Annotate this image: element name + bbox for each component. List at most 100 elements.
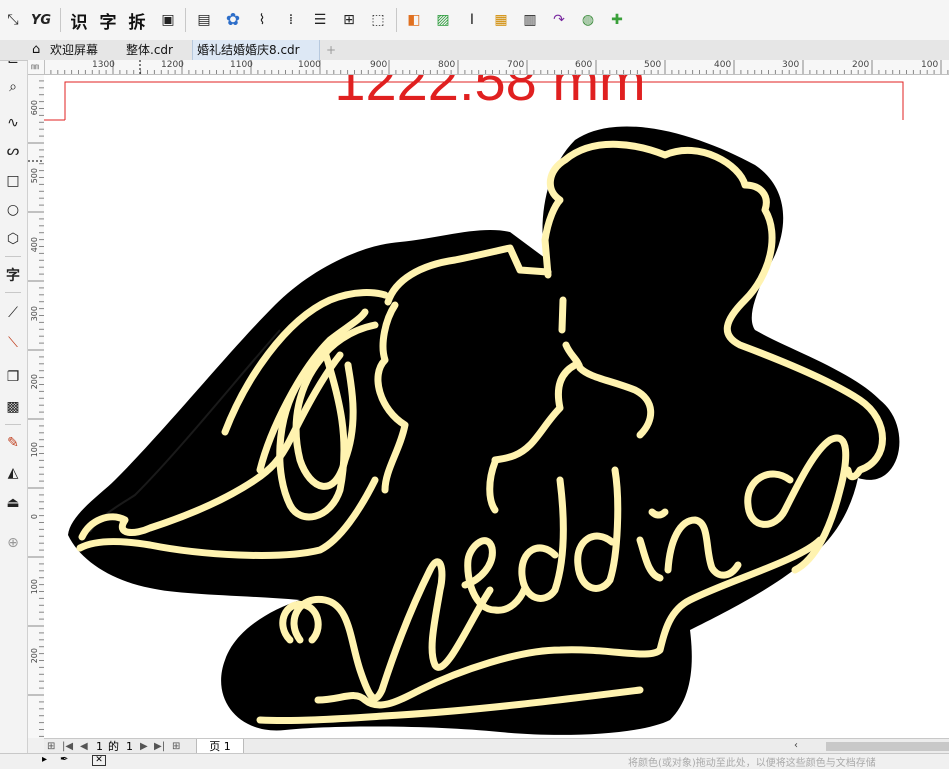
yg-plugin-button[interactable]: YG xyxy=(30,9,52,31)
current-page-number[interactable]: 1 xyxy=(96,739,103,754)
v-ruler-label: 0 xyxy=(30,514,39,520)
eyedropper-icon[interactable]: ✒ xyxy=(60,754,68,765)
copy-icon[interactable]: ▣ xyxy=(157,9,179,31)
add-tab-label: + xyxy=(325,43,337,57)
tab-welcome-label: 欢迎屏幕 xyxy=(50,43,99,57)
list-icon[interactable]: ▦ xyxy=(490,9,512,31)
v-ruler-label: 600 xyxy=(30,100,39,116)
freehand-tool-icon[interactable]: ∿ xyxy=(2,112,24,134)
toolbar-separator xyxy=(396,8,397,32)
horizontal-scrollbar[interactable]: ‹ xyxy=(792,740,949,753)
v-ruler-label: 200 xyxy=(30,374,39,390)
v-ruler-label: 300 xyxy=(30,306,39,322)
dimension-tool-icon[interactable]: ⟋ xyxy=(2,302,24,324)
h-ruler-label: 600 xyxy=(575,60,593,70)
table-icon[interactable]: ▤ xyxy=(193,9,215,31)
h-ruler-label: 700 xyxy=(507,60,525,70)
pattern-icon[interactable]: ✿ xyxy=(222,9,244,31)
h-ruler-label: 1000 xyxy=(298,60,321,70)
text-tool-icon[interactable]: 字 xyxy=(2,264,24,286)
pick-tool-icon[interactable]: ⤡ xyxy=(2,9,24,31)
h-ruler-label: 100 xyxy=(921,60,939,70)
v-ruler-label: 100 xyxy=(30,442,39,458)
dimension-text[interactable]: 1222.58 mm xyxy=(334,75,645,112)
zoom-tool-icon[interactable]: ⌕ xyxy=(2,76,24,98)
split-label: 拆 xyxy=(128,12,146,33)
align-lines-icon[interactable]: ☰ xyxy=(309,9,331,31)
vertical-ruler[interactable]: 600 500 400 300 200 100 0 100 200 xyxy=(28,74,45,738)
home-icon: ⌂ xyxy=(32,42,41,57)
standard-toolbar: ⤡ YG 识 字 拆 ▣ ▤ ✿ ⌇ ⁞ ☰ ⊞ ⬚ ◧ ▨ I ▦ ▥ ↷ ◍… xyxy=(0,0,949,41)
image-icon[interactable]: ◧ xyxy=(403,9,425,31)
drawing-canvas[interactable]: 1222.58 mm xyxy=(44,75,949,738)
tab-wedding[interactable]: 婚礼结婚婚庆8.cdr xyxy=(192,40,320,60)
picture-icon[interactable]: ▨ xyxy=(432,9,454,31)
h-ruler-label: 300 xyxy=(782,60,800,70)
tab-welcome[interactable]: ⌂ 欢迎屏幕 xyxy=(28,40,118,60)
first-page-icon[interactable]: |◀ xyxy=(62,739,73,754)
dotted-grid-icon[interactable]: ⁞ xyxy=(280,9,302,31)
toolbar-separator xyxy=(185,8,186,32)
add-page-after-icon[interactable]: ⊞ xyxy=(172,739,180,754)
globe-icon[interactable]: ◍ xyxy=(577,9,599,31)
v-ruler-label: 500 xyxy=(30,168,39,184)
character-label: 字 xyxy=(99,12,117,33)
artwork-svg[interactable]: 1222.58 mm xyxy=(44,75,949,738)
add-page-before-icon[interactable]: ⊞ xyxy=(47,739,55,754)
split-button[interactable]: 拆 xyxy=(126,9,148,33)
toolbar-separator xyxy=(60,8,61,32)
total-page-number: 1 xyxy=(126,740,133,753)
toolbox-separator xyxy=(5,292,21,293)
polygon-tool-icon[interactable]: ⬡ xyxy=(2,228,24,250)
ruler-corner[interactable]: ㎜ xyxy=(28,60,45,75)
add-tool-icon[interactable]: ⊕ xyxy=(2,532,24,554)
eyedropper-tool-icon[interactable]: ✎ xyxy=(2,432,24,454)
v-ruler-label: 100 xyxy=(30,579,39,595)
add-tab-button[interactable]: + xyxy=(322,40,340,60)
ellipse-tool-icon[interactable]: ○ xyxy=(2,199,24,221)
page-of-label: 的 xyxy=(108,740,119,753)
yg-label: YG xyxy=(30,12,52,28)
nodes-icon[interactable]: ⊞ xyxy=(338,9,360,31)
h-ruler-label: 1300 xyxy=(92,60,115,70)
status-bar: ▸ ✒ ✕ 将颜色(或对象)拖动至此处，以便将这些颜色与文档存储 xyxy=(0,753,949,769)
prev-page-icon[interactable]: ◀ xyxy=(80,739,88,754)
v-ruler-label: 400 xyxy=(30,237,39,253)
rectangle-tool-icon[interactable]: □ xyxy=(2,170,24,192)
h-ruler-label: 200 xyxy=(852,60,870,70)
h-ruler-label: 1100 xyxy=(230,60,253,70)
text-align-icon[interactable]: I xyxy=(461,9,483,31)
tab-zhengti-label: 整体.cdr xyxy=(126,43,173,57)
fill-tool-icon[interactable]: ◭ xyxy=(2,462,24,484)
bars-icon[interactable]: ▥ xyxy=(519,9,541,31)
redo-icon[interactable]: ↷ xyxy=(548,9,570,31)
scroll-left-icon[interactable]: ‹ xyxy=(794,740,798,751)
artistic-media-tool-icon[interactable]: ᔕ xyxy=(2,140,24,162)
recognize-text-label: 识 xyxy=(70,12,88,33)
smart-fill-tool-icon[interactable]: ⏏ xyxy=(2,492,24,514)
character-button[interactable]: 字 xyxy=(97,9,119,33)
page-tab[interactable]: 页 1 xyxy=(196,739,244,754)
select-frame-icon[interactable]: ⬚ xyxy=(367,9,389,31)
toolbox-separator xyxy=(5,256,21,257)
h-ruler-label: 800 xyxy=(438,60,456,70)
scroll-thumb[interactable] xyxy=(826,742,949,751)
v-ruler-label: 200 xyxy=(30,648,39,664)
puzzle-icon[interactable]: ✚ xyxy=(606,9,628,31)
h-ruler-label: 900 xyxy=(370,60,388,70)
recognize-text-button[interactable]: 识 xyxy=(68,9,90,33)
transparency-tool-icon[interactable]: ▩ xyxy=(2,396,24,418)
expand-icon[interactable]: ▸ xyxy=(42,754,47,765)
last-page-icon[interactable]: ▶| xyxy=(154,739,165,754)
no-fill-swatch[interactable]: ✕ xyxy=(92,755,106,766)
horizontal-ruler[interactable]: 1300 1200 1100 1000 900 800 700 600 500 … xyxy=(44,60,949,75)
connector-tool-icon[interactable]: ⟍ xyxy=(2,332,24,354)
toolbox: ⊏ ⌕ ∿ ᔕ □ ○ ⬡ 字 ⟋ ⟍ ❐ ▩ ✎ ◭ ⏏ ⊕ xyxy=(0,40,28,767)
drop-shadow-tool-icon[interactable]: ❐ xyxy=(2,366,24,388)
tab-wedding-label: 婚礼结婚婚庆8.cdr xyxy=(197,43,300,57)
next-page-icon[interactable]: ▶ xyxy=(140,739,148,754)
toolbox-separator xyxy=(5,424,21,425)
tab-zhengti[interactable]: 整体.cdr xyxy=(122,40,190,60)
ruler-unit: ㎜ xyxy=(31,62,39,71)
curve-icon[interactable]: ⌇ xyxy=(251,9,273,31)
